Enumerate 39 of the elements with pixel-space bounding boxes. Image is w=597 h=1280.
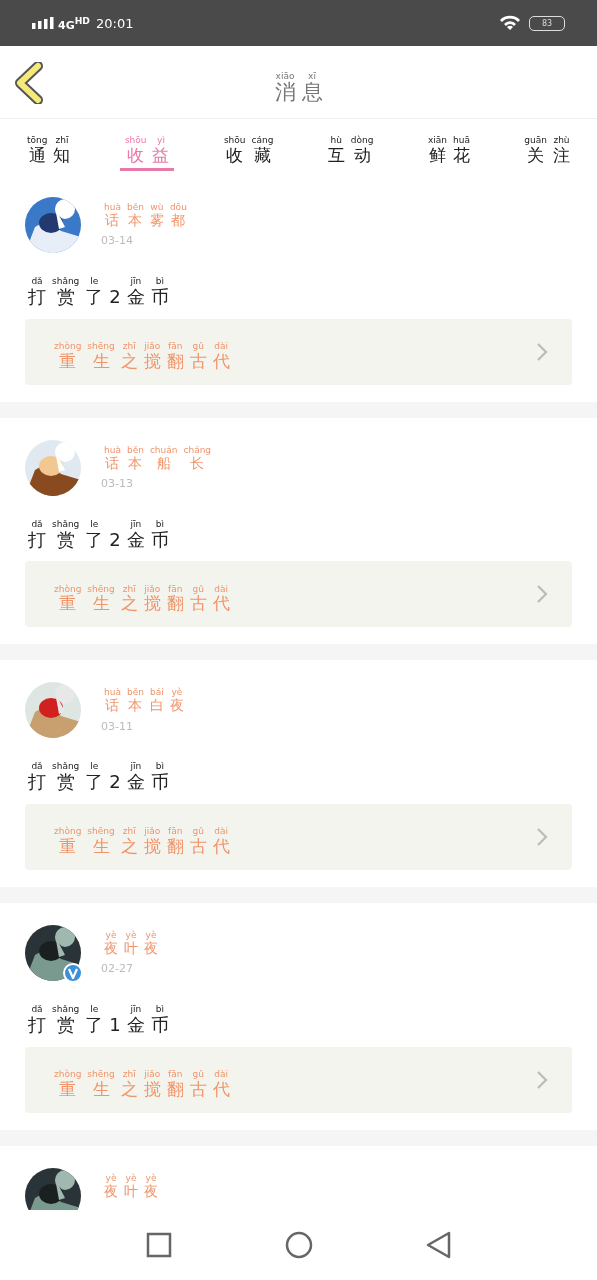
message-date: 03-13: [101, 476, 134, 490]
book-title: zhòng 重 shēng 生 zhī 之 jiǎo 搅 fān 翻 gǔ 古 dài 代: [53, 1067, 231, 1099]
message-text: dǎ 打 shǎng 赏 le 了 2 jīn 金 bì 币: [27, 760, 170, 793]
book-card[interactable]: zhòng 重 shēng 生 zhī 之 jiǎo 搅 fān 翻 gǔ 古 dài 代: [25, 561, 572, 628]
tab[interactable]: hù 互 dòng 动: [322, 127, 379, 171]
user-name[interactable]: yè 夜 yè 叶 yè 夜: [101, 1167, 161, 1200]
user-name[interactable]: huà 话 běn 本 wù 雾 dōu 都: [101, 197, 190, 229]
message-date: 02-27: [101, 962, 134, 976]
user-name[interactable]: yè 夜 yè 叶 yè 夜: [101, 925, 161, 957]
chevron-right-icon: [536, 341, 548, 362]
message-date: 03-11: [101, 719, 134, 733]
home-icon[interactable]: [283, 1230, 314, 1260]
book-card[interactable]: zhòng 重 shēng 生 zhī 之 jiǎo 搅 fān 翻 gǔ 古 dài 代: [25, 318, 572, 385]
tab[interactable]: shōu 收 cáng 藏: [218, 127, 279, 171]
tab[interactable]: shōu 收 yì 益: [119, 127, 175, 171]
book-title: zhòng 重 shēng 生 zhī 之 jiǎo 搅 fān 翻 gǔ 古 dài 代: [53, 825, 231, 856]
user-name[interactable]: huà 话 běn 本 chuán 船 cháng 长: [101, 439, 215, 471]
book-title: zhòng 重 shēng 生 zhī 之 jiǎo 搅 fān 翻 gǔ 古 dài 代: [53, 582, 231, 614]
tab[interactable]: xiān 鲜 huā 花: [422, 127, 475, 171]
wifi-icon: [499, 15, 521, 31]
book-title: zhòng 重 shēng 生 zhī 之 jiǎo 搅 fān 翻 gǔ 古 dài 代: [53, 339, 231, 371]
page-title: xiāo 消 xī 息: [273, 69, 324, 105]
back-button[interactable]: [14, 62, 46, 107]
network-label: 4G$^{HD}$: [58, 14, 90, 32]
chevron-right-icon: [536, 1069, 548, 1090]
message-text: dǎ 打 shǎng 赏 le 了 2 jīn 金 bì 币: [27, 275, 170, 307]
message-text: dǎ 打 shǎng 赏 le 了 2 jīn 金 bì 币: [27, 517, 170, 550]
message-text: dǎ 打 shǎng 赏 le 了 1 jīn 金 bì 币: [27, 1003, 170, 1035]
clock: 20:01: [95, 15, 134, 31]
battery-indicator: 83: [529, 15, 565, 31]
book-card[interactable]: zhòng 重 shēng 生 zhī 之 jiǎo 搅 fān 翻 gǔ 古 dài 代: [25, 1046, 572, 1113]
chevron-right-icon: [536, 584, 548, 605]
chevron-right-icon: [536, 827, 548, 848]
tab[interactable]: tōng 通 zhī 知: [22, 127, 76, 171]
user-name[interactable]: huà 话 běn 本 bái 白 yè 夜: [101, 682, 187, 714]
message-date: 03-14: [101, 234, 134, 248]
signal-icon: [32, 17, 54, 29]
tab[interactable]: guān 关 zhù 注: [519, 127, 575, 171]
book-card[interactable]: zhòng 重 shēng 生 zhī 之 jiǎo 搅 fān 翻 gǔ 古 dài 代: [25, 804, 572, 871]
